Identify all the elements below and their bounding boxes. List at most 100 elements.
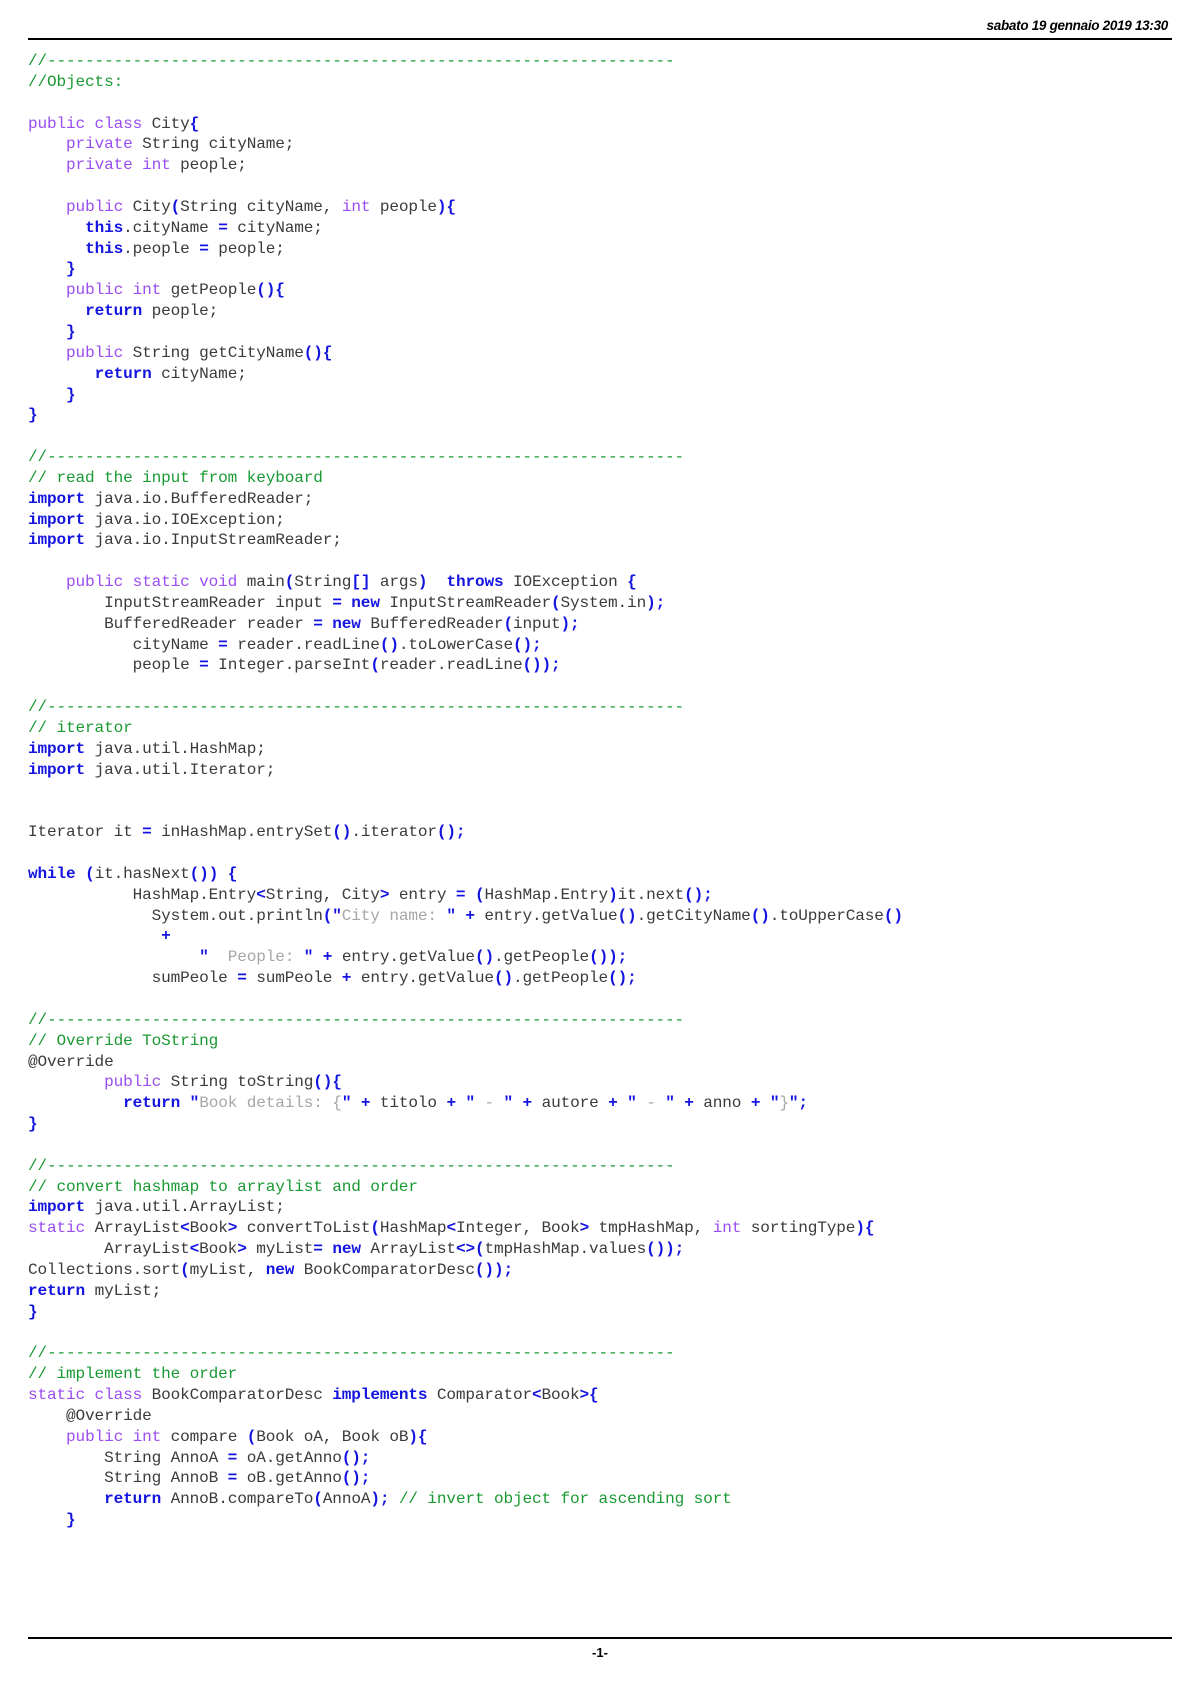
printed-page: sabato 19 gennaio 2019 13:30 //---------… [0,0,1200,1697]
code-token: (); [608,969,637,988]
code-token: import [28,1198,86,1217]
code-line: return AnnoB.compareTo(AnnoA); // invert… [28,1489,1172,1510]
code-token: > [227,1219,238,1238]
code-token: .getPeople [512,969,609,988]
code-line: } [28,322,1172,343]
code-token: while [28,864,76,883]
code-token: (){ [313,1073,342,1092]
code-token: java.util.HashMap; [85,739,266,758]
code-token: private int [66,156,171,175]
code-token: > [237,1240,247,1259]
code-token: this [85,239,124,258]
code-token: int [341,197,371,216]
code-token: } [66,260,76,279]
code-token: input [512,614,561,633]
code-line: + [28,926,1172,947]
code-line: public static void main(String[] args) t… [28,572,1172,593]
code-token: HashMap [379,1219,447,1238]
code-token: Book oA, Book oB [256,1427,409,1446]
code-line: ​ [28,843,1172,864]
code-token: + [608,1094,618,1113]
code-token: ){ [408,1427,428,1446]
code-token: @Override [28,1052,114,1071]
code-token: () [474,948,494,967]
code-token: people; [208,239,285,258]
code-token: " [303,948,314,967]
code-line: //--------------------------------------… [28,1156,1172,1177]
code-token: { [627,573,637,592]
code-token: entry.getValue [351,969,494,988]
code-token: String, City [265,885,380,904]
code-line: return people; [28,301,1172,322]
code-token: String [294,573,352,592]
code-token: sumPeole [246,969,342,988]
code-token: < [256,885,266,904]
code-token: new [332,1240,361,1259]
code-token: myList; [85,1281,162,1300]
code-token: oB.getAnno [237,1469,342,1488]
page-number: -1- [592,1645,608,1660]
code-line: this.cityName = cityName; [28,218,1172,239]
code-token: // implement the order [28,1365,238,1384]
code-line: // implement the order [28,1364,1172,1385]
code-line: ​ [28,426,1172,447]
code-line: import java.util.Iterator; [28,760,1172,781]
code-token: return [94,364,152,383]
code-token: () [332,823,352,842]
code-line: cityName = reader.readLine().toLowerCase… [28,635,1172,656]
code-token: //--------------------------------------… [28,52,675,70]
code-token: IOException [503,573,628,592]
code-token: } [66,1511,76,1530]
code-line: Iterator it = inHashMap.entrySet().itera… [28,822,1172,843]
code-token: ); [370,1490,390,1509]
code-line: private String cityName; [28,134,1172,155]
code-token: return [123,1094,181,1113]
code-token: sortingType [741,1219,856,1238]
code-token: public class [28,114,143,133]
code-line: static ArrayList<Book> convertToList(Has… [28,1218,1172,1239]
code-token: ( [180,1260,190,1279]
code-token: Book [199,1240,238,1259]
code-token: import [28,489,86,508]
code-token: BookComparatorDesc [294,1260,475,1279]
code-line: } [28,1302,1172,1323]
code-token: // invert object for ascending sort [398,1490,732,1509]
code-token: = [455,885,466,904]
code-token: getPeople [161,281,257,300]
code-token: Integer.parseInt [208,656,371,675]
code-token: = [237,969,247,988]
code-token: ( [85,864,95,883]
code-line: } [28,385,1172,406]
code-token: implements [332,1386,428,1404]
code-token: ) [417,573,428,592]
code-token: titolo [370,1094,447,1113]
code-token: String cityName, [180,197,342,216]
code-token: people [28,656,200,675]
code-token: " [199,948,209,967]
code-token: AnnoB.compareTo [161,1490,314,1509]
code-token: compare [161,1427,247,1446]
code-token: " [503,1094,514,1113]
code-line: } [28,405,1172,426]
code-line: // convert hashmap to arraylist and orde… [28,1177,1172,1198]
code-line: //--------------------------------------… [28,697,1172,718]
code-line: String AnnoA = oA.getAnno(); [28,1448,1172,1469]
code-token: args [370,573,418,592]
code-token: (); [341,1448,371,1467]
code-token: String cityName; [132,135,295,154]
code-line: ArrayList<Book> myList= new ArrayList<>(… [28,1239,1172,1260]
code-line: InputStreamReader input = new InputStrea… [28,593,1172,614]
code-line: ​ [28,801,1172,822]
code-token: } [28,406,38,425]
code-token: ){ [855,1219,875,1238]
code-token: () [379,635,399,654]
